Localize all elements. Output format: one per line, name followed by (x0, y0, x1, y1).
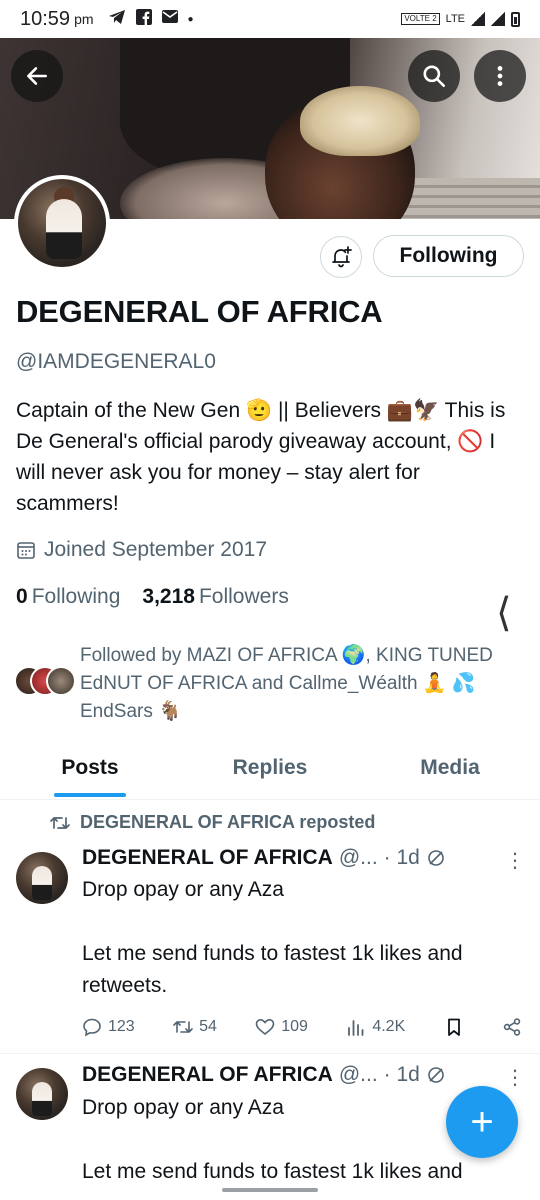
followers-label: Followers (198, 585, 289, 608)
post-actions: 123 54 109 4.2K (82, 1017, 522, 1037)
avatar (46, 666, 76, 696)
reply-button[interactable]: 123 (82, 1017, 135, 1037)
profile-tabs: Posts Replies Media (0, 748, 540, 800)
heart-icon (255, 1018, 275, 1036)
search-icon (423, 65, 446, 88)
system-icons: VOLTE 2 LTE (401, 11, 520, 27)
profile-handle: @IAMDEGENERAL0 (16, 350, 216, 373)
repost-button[interactable]: 54 (173, 1017, 217, 1037)
tab-media[interactable]: Media (360, 748, 540, 799)
follow-stats: 0 Following 3,218 Followers (16, 585, 289, 609)
post-text: Drop opay or any Aza Let me send funds t… (82, 878, 463, 997)
tab-replies[interactable]: Replies (180, 748, 360, 799)
following-count: 0 (16, 585, 28, 608)
like-count: 109 (281, 1018, 308, 1035)
post-more-icon[interactable]: ⋮ (505, 1065, 525, 1090)
signal-icon-2 (491, 12, 505, 26)
calendar-icon (17, 542, 35, 559)
views-icon (348, 1020, 364, 1036)
post-time: · 1d (383, 1063, 420, 1086)
facebook-icon (135, 8, 152, 30)
joined-date: Joined September 2017 (16, 538, 267, 562)
grok-icon[interactable] (426, 848, 446, 868)
dot-icon: ● (187, 13, 194, 25)
followers-stat[interactable]: 3,218 Followers (142, 585, 288, 609)
post-author-handle: @... (338, 1063, 378, 1086)
post-header: DEGENERAL OF AFRICA @... · 1d (82, 1063, 446, 1087)
status-ampm: pm (74, 11, 94, 27)
bookmark-icon (447, 1018, 460, 1036)
notification-icons: ● (108, 8, 194, 30)
status-bar: 10:59 pm ● VOLTE 2 LTE (0, 0, 540, 38)
views-count: 4.2K (372, 1018, 406, 1035)
bookmark-button[interactable] (444, 1017, 464, 1037)
repost-icon (50, 816, 70, 829)
following-stat[interactable]: 0 Following (16, 585, 120, 609)
reply-count: 123 (108, 1018, 135, 1035)
mail-icon (161, 10, 178, 28)
post-avatar[interactable] (16, 852, 68, 904)
repost-count: 54 (199, 1018, 217, 1035)
volte-icon: VOLTE 2 (401, 13, 440, 25)
signal-icon (471, 12, 485, 26)
post-divider (0, 1053, 540, 1054)
views-button[interactable]: 4.2K (346, 1017, 405, 1037)
profile-bio: Captain of the New Gen 🫡 || Believers 💼🦅… (16, 399, 506, 515)
share-icon (503, 1018, 521, 1036)
edge-panel-handle[interactable]: ⟨ (496, 590, 512, 636)
reply-icon (83, 1018, 101, 1037)
post-author-handle: @... (338, 846, 378, 869)
repost-label: DEGENERAL OF AFRICA reposted (80, 812, 376, 832)
more-options-button[interactable] (474, 50, 526, 102)
joined-label: Joined September 2017 (44, 538, 267, 561)
compose-post-button[interactable]: + (446, 1086, 518, 1158)
grok-icon[interactable] (426, 1065, 446, 1085)
post-header: DEGENERAL OF AFRICA @... · 1d (82, 846, 446, 870)
post-time: · 1d (383, 846, 420, 869)
notifications-bell-button[interactable] (320, 236, 362, 278)
repost-indicator: DEGENERAL OF AFRICA reposted (50, 812, 375, 833)
like-button[interactable]: 109 (255, 1017, 308, 1037)
post-avatar[interactable] (16, 1068, 68, 1120)
search-button[interactable] (408, 50, 460, 102)
back-button[interactable] (11, 50, 63, 102)
post-more-icon[interactable]: ⋮ (505, 848, 525, 873)
network-type: LTE (445, 13, 465, 25)
home-indicator[interactable] (222, 1188, 318, 1192)
tab-posts[interactable]: Posts (0, 748, 180, 799)
followed-by-avatars (14, 666, 78, 702)
telegram-icon (108, 9, 126, 30)
battery-icon (511, 11, 520, 27)
following-label: Following (31, 585, 121, 608)
following-button[interactable]: Following (373, 235, 524, 277)
repost-icon (173, 1021, 193, 1033)
arrow-left-icon (27, 67, 47, 85)
post-author-name: DEGENERAL OF AFRICA (82, 846, 333, 869)
followers-count: 3,218 (142, 585, 195, 608)
followed-by-text: Followed by MAZI OF AFRICA 🌍, KING TUNED… (80, 645, 493, 722)
post-author-name: DEGENERAL OF AFRICA (82, 1063, 333, 1086)
bell-plus-icon (332, 246, 352, 268)
status-time: 10:59 (20, 7, 71, 30)
more-vertical-icon (497, 66, 503, 86)
followed-by[interactable]: Followed by MAZI OF AFRICA 🌍, KING TUNED… (14, 642, 534, 726)
share-button[interactable] (502, 1017, 522, 1037)
profile-avatar[interactable] (14, 175, 110, 271)
profile-name: DEGENERAL OF AFRICA (16, 294, 383, 329)
